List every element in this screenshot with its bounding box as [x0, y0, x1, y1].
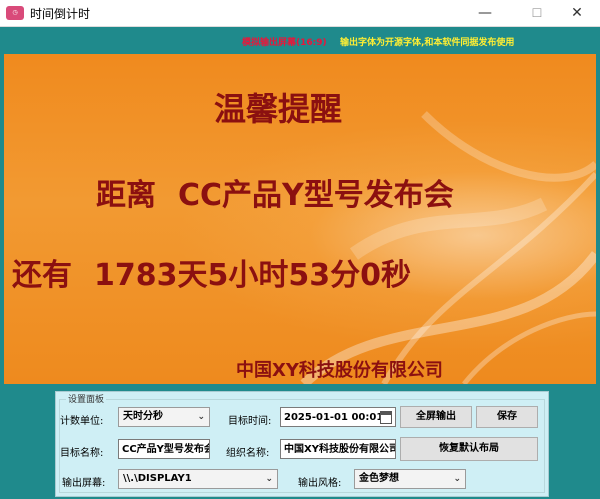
- target-name-label: 目标名称:: [60, 448, 104, 459]
- title-bar: ◷ 时间倒计时 — ☐ ✕: [0, 0, 600, 27]
- chevron-down-icon: ⌄: [265, 474, 273, 484]
- output-style-label: 输出风格:: [298, 478, 342, 489]
- target-time-label: 目标时间:: [228, 416, 272, 427]
- settings-panel: 设置面板 计数单位: 天时分秒 ⌄ 目标时间: 2025-01-01 00:01…: [55, 391, 549, 497]
- countdown-line: 还有 1783天5小时53分0秒: [12, 258, 411, 293]
- save-button[interactable]: 保存: [476, 406, 538, 428]
- unit-label: 计数单位:: [60, 416, 104, 427]
- unit-select-value: 天时分秒: [123, 411, 163, 422]
- restore-default-layout-button[interactable]: 恢复默认布局: [400, 437, 538, 461]
- target-name-input[interactable]: CC产品Y型号发布会: [118, 439, 210, 459]
- output-style-value: 金色梦想: [359, 473, 399, 484]
- reminder-title: 温馨提醒: [214, 90, 343, 128]
- output-screen-value: \\.\DISPLAY1: [123, 473, 192, 484]
- org-name-input[interactable]: 中国XY科技股份有限公司: [280, 439, 396, 459]
- organization-name: 中国XY科技股份有限公司: [236, 360, 443, 381]
- close-button[interactable]: ✕: [554, 0, 600, 26]
- chevron-down-icon: ⌄: [197, 412, 205, 422]
- org-name-label: 组织名称:: [226, 448, 270, 459]
- calendar-icon[interactable]: [380, 411, 392, 424]
- font-note-label: 输出字体为开源字体,和本软件同据发布使用: [340, 38, 515, 48]
- info-bar: 模拟输出屏幕(16:9) 输出字体为开源字体,和本软件同据发布使用: [0, 27, 600, 54]
- target-line: 距离 CC产品Y型号发布会: [96, 178, 454, 213]
- output-style-select[interactable]: 金色梦想 ⌄: [354, 469, 466, 489]
- unit-select[interactable]: 天时分秒 ⌄: [118, 407, 210, 427]
- output-preview-screen: 温馨提醒 距离 CC产品Y型号发布会 还有 1783天5小时53分0秒 中国XY科技…: [4, 54, 596, 384]
- target-time-value: 2025-01-01 00:01:: [284, 412, 388, 423]
- minimize-button[interactable]: —: [462, 0, 508, 26]
- target-time-input[interactable]: 2025-01-01 00:01:: [280, 407, 396, 427]
- chevron-down-icon: ⌄: [453, 474, 461, 484]
- simulated-screen-label: 模拟输出屏幕(16:9): [242, 38, 327, 48]
- output-screen-label: 输出屏幕:: [62, 478, 106, 489]
- output-screen-select[interactable]: \\.\DISPLAY1 ⌄: [118, 469, 278, 489]
- settings-panel-title: 设置面板: [66, 392, 107, 405]
- app-icon: ◷: [6, 6, 24, 20]
- window-title: 时间倒计时: [30, 7, 91, 21]
- fullscreen-output-button[interactable]: 全屏输出: [400, 406, 472, 428]
